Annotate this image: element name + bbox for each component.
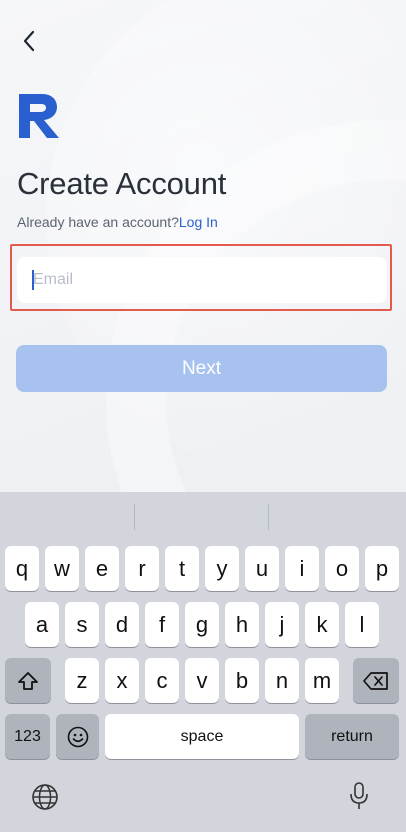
back-button[interactable]	[14, 28, 44, 58]
emoji-icon	[67, 726, 89, 748]
key-e[interactable]: e	[85, 546, 119, 591]
on-screen-keyboard: q w e r t y u i o p a s d f g h j k l z …	[0, 492, 406, 832]
space-key[interactable]: space	[105, 714, 299, 759]
suggestion-divider	[134, 504, 135, 530]
login-link[interactable]: Log In	[179, 214, 218, 230]
key-o[interactable]: o	[325, 546, 359, 591]
globe-key[interactable]	[28, 782, 62, 816]
brand-logo	[18, 94, 60, 138]
key-h[interactable]: h	[225, 602, 259, 647]
globe-icon	[31, 783, 59, 816]
shift-icon	[17, 671, 39, 691]
key-p[interactable]: p	[365, 546, 399, 591]
chevron-left-icon	[22, 30, 36, 57]
email-input[interactable]	[17, 257, 387, 303]
key-w[interactable]: w	[45, 546, 79, 591]
shift-key[interactable]	[5, 658, 51, 703]
key-z[interactable]: z	[65, 658, 99, 703]
keyboard-suggestion-bar	[0, 492, 406, 540]
key-l[interactable]: l	[345, 602, 379, 647]
key-g[interactable]: g	[185, 602, 219, 647]
backspace-icon	[363, 671, 389, 691]
key-n[interactable]: n	[265, 658, 299, 703]
key-m[interactable]: m	[305, 658, 339, 703]
dictation-key[interactable]	[342, 780, 376, 816]
key-r[interactable]: r	[125, 546, 159, 591]
next-button[interactable]: Next	[16, 345, 387, 392]
key-x[interactable]: x	[105, 658, 139, 703]
key-d[interactable]: d	[105, 602, 139, 647]
delete-key[interactable]	[353, 658, 399, 703]
login-prompt: Already have an account?Log In	[17, 214, 218, 230]
login-prompt-text: Already have an account?	[17, 214, 179, 230]
key-y[interactable]: y	[205, 546, 239, 591]
key-v[interactable]: v	[185, 658, 219, 703]
key-c[interactable]: c	[145, 658, 179, 703]
emoji-key[interactable]	[56, 714, 99, 759]
key-a[interactable]: a	[25, 602, 59, 647]
numbers-key[interactable]: 123	[5, 714, 50, 759]
microphone-icon	[348, 781, 370, 816]
key-u[interactable]: u	[245, 546, 279, 591]
text-caret	[32, 270, 34, 290]
key-t[interactable]: t	[165, 546, 199, 591]
key-q[interactable]: q	[5, 546, 39, 591]
return-key[interactable]: return	[305, 714, 399, 759]
key-f[interactable]: f	[145, 602, 179, 647]
key-j[interactable]: j	[265, 602, 299, 647]
key-k[interactable]: k	[305, 602, 339, 647]
key-i[interactable]: i	[285, 546, 319, 591]
suggestion-divider	[268, 504, 269, 530]
page-title: Create Account	[17, 166, 227, 201]
create-account-screen: Create Account Already have an account?L…	[0, 0, 406, 832]
key-b[interactable]: b	[225, 658, 259, 703]
key-s[interactable]: s	[65, 602, 99, 647]
